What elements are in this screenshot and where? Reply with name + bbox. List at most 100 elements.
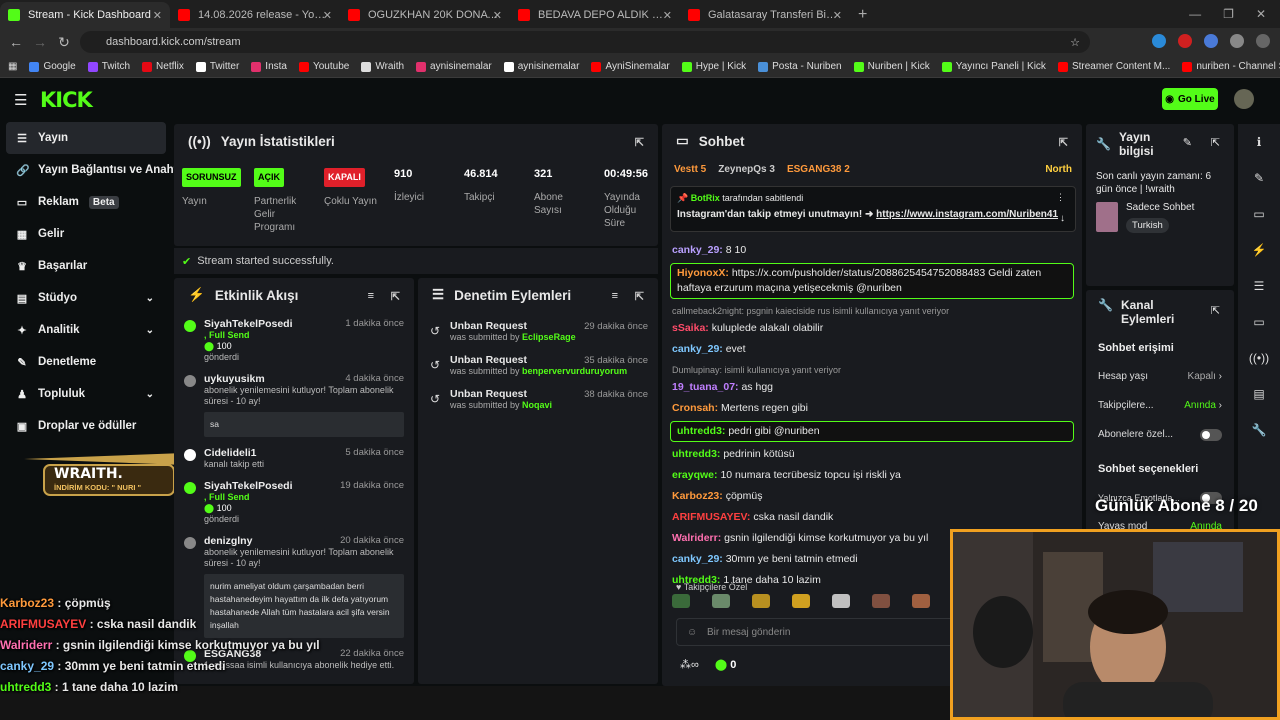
- chat-username[interactable]: canky_29:: [672, 244, 723, 256]
- emote-icon[interactable]: [752, 594, 770, 608]
- hamburger-icon[interactable]: ☰: [14, 91, 27, 109]
- tab-youtube-2[interactable]: OGUZKHAN 20K DONATE ALIY...✕: [340, 2, 510, 28]
- popout-icon[interactable]: ⇱: [1059, 136, 1068, 149]
- menu-icon[interactable]: [1256, 34, 1270, 48]
- bolt-icon[interactable]: ⚡: [1238, 232, 1280, 268]
- layers-icon[interactable]: ▤: [1238, 376, 1280, 412]
- bookmark-item[interactable]: Youtube: [298, 61, 349, 72]
- bookmark-star-icon[interactable]: ☆: [1070, 36, 1080, 49]
- emoji-icon[interactable]: ☺: [687, 627, 697, 638]
- moderation-user[interactable]: Noqavi: [522, 400, 552, 410]
- popout-icon[interactable]: ⇱: [635, 290, 644, 303]
- tab-youtube-1[interactable]: 14.08.2026 release - YouTube✕: [170, 2, 340, 28]
- chat-username[interactable]: 19_tuana_07:: [672, 381, 739, 393]
- chat-username[interactable]: sSaika:: [672, 322, 709, 334]
- chevron-down-icon[interactable]: ⌄: [146, 389, 154, 400]
- setting-followers[interactable]: Takipçilere... Anında ›: [1086, 391, 1234, 420]
- sidebar-item[interactable]: ✦ Analitik ⌄: [0, 314, 172, 346]
- close-icon[interactable]: ✕: [323, 9, 332, 22]
- back-icon[interactable]: ←: [4, 34, 28, 50]
- sidebar-item[interactable]: ♛ Başarılar: [0, 250, 172, 282]
- filter-icon[interactable]: ≡: [612, 290, 618, 302]
- language-tag[interactable]: Turkish: [1126, 218, 1169, 233]
- chevron-down-icon[interactable]: ⌄: [146, 293, 154, 304]
- sidebar-item[interactable]: ♟ Topluluk ⌄: [0, 378, 172, 410]
- sidebar-item[interactable]: 🔗 Yayın Bağlantısı ve Anahtarı: [0, 154, 192, 186]
- chat-username[interactable]: Cronsah:: [672, 402, 718, 414]
- broadcast-icon[interactable]: ((•)): [1238, 340, 1280, 376]
- popout-icon[interactable]: ⇱: [1211, 136, 1220, 149]
- chevron-down-icon[interactable]: ↓: [1060, 213, 1065, 224]
- avatar[interactable]: [1234, 89, 1254, 109]
- bookmark-item[interactable]: Yayıncı Paneli | Kick: [941, 61, 1046, 72]
- setting-account-age[interactable]: Hesap yaşı Kapalı ›: [1086, 362, 1234, 391]
- moderation-item[interactable]: ↺ Unban Request was submitted by benperver…: [418, 346, 658, 380]
- minimize-icon[interactable]: —: [1189, 7, 1201, 21]
- popout-icon[interactable]: ⇱: [1211, 304, 1220, 317]
- moderation-user[interactable]: benpervervurduruyorum: [522, 366, 627, 376]
- tab-youtube-4[interactable]: Galatasaray Transferi Bitirmek İs...✕: [680, 2, 850, 28]
- bookmark-item[interactable]: Netflix: [142, 61, 184, 72]
- bookmark-item[interactable]: Streamer Content M...: [1057, 61, 1170, 72]
- bookmark-item[interactable]: Google: [29, 61, 76, 72]
- bookmark-item[interactable]: nuriben - Channel S...: [1182, 61, 1280, 72]
- sidebar-item[interactable]: ✎ Denetleme: [0, 346, 172, 378]
- info-icon[interactable]: ℹ: [1238, 124, 1280, 160]
- sidebar-item[interactable]: ☰ Yayın: [6, 122, 166, 154]
- chat-username[interactable]: erayqwe:: [672, 469, 718, 481]
- emote-icon[interactable]: [872, 594, 890, 608]
- chat-username[interactable]: Karboz23:: [672, 490, 723, 502]
- emote-icon[interactable]: [792, 594, 810, 608]
- maximize-icon[interactable]: ❐: [1223, 7, 1234, 21]
- sidebar-item[interactable]: ▦ Gelir: [0, 218, 172, 250]
- edit-icon[interactable]: ✎: [1183, 136, 1192, 149]
- bookmark-item[interactable]: Posta - Nuriben: [758, 61, 842, 72]
- close-icon[interactable]: ✕: [833, 9, 842, 22]
- subs-only-toggle[interactable]: [1200, 428, 1222, 441]
- close-icon[interactable]: ✕: [663, 9, 672, 22]
- chat-username[interactable]: uhtredd3:: [677, 425, 725, 437]
- pen-icon[interactable]: ✎: [1238, 160, 1280, 196]
- emote-icon[interactable]: [832, 594, 850, 608]
- moderation-user[interactable]: EclipseRage: [522, 332, 576, 342]
- chat-username[interactable]: Walriderr:: [672, 532, 721, 544]
- extension-icon[interactable]: [1204, 34, 1218, 48]
- tab-kick-dashboard[interactable]: Stream - Kick Dashboard ✕: [0, 2, 170, 28]
- bookmark-item[interactable]: Nuriben | Kick: [853, 61, 930, 72]
- list-icon[interactable]: ☰: [1238, 268, 1280, 304]
- chat-icon[interactable]: ▭: [1238, 304, 1280, 340]
- kick-logo[interactable]: KICK: [40, 88, 93, 112]
- go-live-button[interactable]: ◉ Go Live: [1162, 88, 1218, 110]
- emote-icon[interactable]: [912, 594, 930, 608]
- moderation-item[interactable]: ↺ Unban Request was submitted by Noqavi 38 …: [418, 380, 658, 414]
- wrench-icon[interactable]: 🔧: [1238, 412, 1280, 448]
- chat-username[interactable]: HiyonoxX:: [677, 267, 729, 279]
- puzzle-icon[interactable]: [1230, 34, 1244, 48]
- forward-icon[interactable]: →: [28, 34, 52, 50]
- emote-icon[interactable]: [672, 594, 690, 608]
- close-icon[interactable]: ✕: [493, 9, 502, 22]
- bookmark-item[interactable]: aynisinemalar: [503, 61, 579, 72]
- close-icon[interactable]: ✕: [153, 9, 162, 22]
- extension-icon[interactable]: [1178, 34, 1192, 48]
- pinned-link[interactable]: https://www.instagram.com/Nuriben41: [876, 209, 1058, 220]
- bookmark-item[interactable]: AyniSinemalar: [591, 61, 670, 72]
- sidebar-item[interactable]: ▭ Reklam Beta: [0, 186, 172, 218]
- chat-username[interactable]: canky_29:: [672, 553, 723, 565]
- channel-points-icon[interactable]: ⁂∞: [680, 658, 699, 671]
- filter-icon[interactable]: ≡: [368, 290, 374, 302]
- card-icon[interactable]: ▭: [1238, 196, 1280, 232]
- tab-youtube-3[interactable]: BEDAVA DEPO ALDIK BUNLAR...✕: [510, 2, 680, 28]
- chat-username[interactable]: ARIFMUSAYEV:: [672, 511, 750, 523]
- sidebar-item[interactable]: ▤ Stüdyo ⌄: [0, 282, 172, 314]
- bookmark-item[interactable]: Twitter: [195, 61, 239, 72]
- chat-username[interactable]: canky_29:: [672, 343, 723, 355]
- bookmark-item[interactable]: Twitch: [87, 61, 130, 72]
- apps-icon[interactable]: ▦: [8, 61, 17, 72]
- close-window-icon[interactable]: ✕: [1256, 7, 1266, 21]
- reload-icon[interactable]: ↻: [52, 34, 76, 51]
- chat-username[interactable]: uhtredd3:: [672, 448, 720, 460]
- bookmark-item[interactable]: Wraith: [361, 61, 404, 72]
- moderation-item[interactable]: ↺ Unban Request was submitted by EclipseRa…: [418, 312, 658, 346]
- bookmark-item[interactable]: Hype | Kick: [681, 61, 746, 72]
